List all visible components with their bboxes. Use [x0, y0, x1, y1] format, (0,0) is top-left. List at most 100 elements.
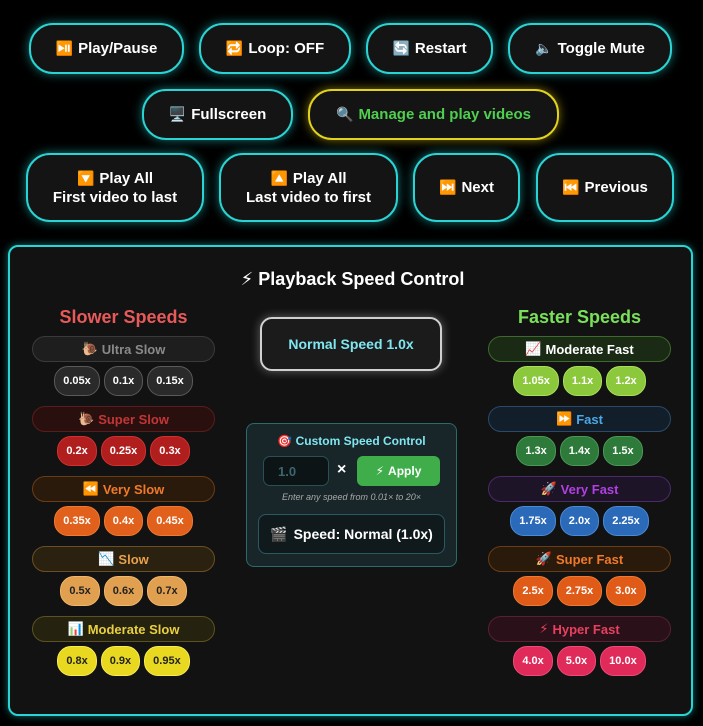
fullscreen-button[interactable]: 🖥️ Fullscreen [142, 89, 293, 140]
loop-label: Loop: OFF [248, 40, 325, 57]
speed-button[interactable]: 1.5x [603, 436, 643, 466]
previous-button[interactable]: ⏮️ Previous [536, 153, 674, 222]
previous-label: Previous [584, 179, 648, 196]
restart-label: Restart [414, 40, 467, 57]
speed-button[interactable]: 2.5x [513, 576, 553, 606]
normal-speed-button[interactable]: Normal Speed 1.0x [260, 317, 442, 371]
speed-button[interactable]: 1.4x [559, 436, 600, 466]
restart-button[interactable]: 🔄 Restart [366, 23, 493, 74]
toggle-mute-button[interactable]: 🔈 Toggle Mute [508, 23, 672, 74]
arrow-up-icon: 🔼 [270, 169, 288, 186]
speed-button-row: 0.8x 0.9x 0.95x [32, 646, 215, 676]
speed-group-icon: 🚀 [540, 481, 557, 496]
next-label: Next [461, 179, 494, 196]
speed-group-icon: ⏪ [82, 481, 99, 496]
speed-button[interactable]: 0.95x [144, 646, 190, 676]
speed-group-icon: 🐌 [81, 341, 98, 356]
speed-button-row: 2.5x 2.75x 3.0x [488, 576, 671, 606]
custom-speed-input[interactable] [263, 456, 329, 486]
next-track-icon: ⏭️ [439, 179, 457, 195]
speed-button[interactable]: 0.6x [103, 576, 144, 606]
speed-button[interactable]: 0.1x [103, 366, 144, 396]
speed-group-super-fast: 🚀 Super Fast [488, 546, 671, 572]
speed-button-row: 1.3x 1.4x 1.5x [488, 436, 671, 466]
speed-button-row: 4.0x 5.0x 10.0x [488, 646, 671, 676]
speed-button[interactable]: 4.0x [513, 646, 553, 676]
speed-button[interactable]: 0.7x [147, 576, 187, 606]
speed-group-very-slow: ⏪ Very Slow [32, 476, 215, 502]
speed-group-moderate-slow: 📊 Moderate Slow [32, 616, 215, 642]
speed-button[interactable]: 1.2x [606, 366, 646, 396]
speed-group-label: Fast [576, 411, 603, 427]
speed-button[interactable]: 0.15x [147, 366, 193, 396]
play-all-last-to-first-button[interactable]: 🔼 Play All Last video to first [219, 153, 398, 222]
speed-button[interactable]: 0.9x [100, 646, 141, 676]
custom-speed-title: 🎯 Custom Speed Control [247, 434, 456, 448]
speed-group-label: Slow [118, 551, 149, 567]
speed-button[interactable]: 0.5x [60, 576, 100, 606]
speed-group-label: Hyper Fast [552, 621, 620, 637]
speed-button[interactable]: 3.0x [606, 576, 646, 606]
lightning-icon: ⚡ [240, 269, 254, 289]
speed-button[interactable]: 0.45x [147, 506, 193, 536]
speed-group-super-slow: 🐌 Super Slow [32, 406, 215, 432]
loop-toggle-button[interactable]: 🔁 Loop: OFF [199, 23, 351, 74]
speed-button[interactable]: 0.4x [103, 506, 144, 536]
speed-group-icon: 📊 [67, 621, 84, 636]
speed-button[interactable]: 0.8x [57, 646, 97, 676]
faster-speeds-heading: Faster Speeds [517, 307, 642, 327]
speed-group-label: Moderate Slow [87, 621, 180, 637]
speed-group-label: Super Fast [556, 551, 624, 567]
speed-button[interactable]: 2.25x [603, 506, 649, 536]
multiply-sign: × [337, 461, 347, 478]
speed-panel-title-text: Playback Speed Control [258, 269, 465, 289]
speed-button[interactable]: 1.75x [510, 506, 556, 536]
speed-group-icon: ⚡ [539, 621, 549, 636]
speed-button[interactable]: 0.35x [54, 506, 100, 536]
speed-group-icon: 🐌 [78, 411, 95, 426]
play-pause-icon: ⏯️ [55, 40, 74, 56]
speed-button-row: 0.5x 0.6x 0.7x [32, 576, 215, 606]
play-all-first-line1: 🔽 Play All [77, 169, 153, 188]
speed-button[interactable]: 10.0x [600, 646, 646, 676]
apply-speed-button[interactable]: ⚡ Apply [357, 456, 440, 486]
speed-button[interactable]: 1.1x [562, 366, 603, 396]
play-all-last-title: Play All [292, 169, 347, 187]
fullscreen-label: Fullscreen [191, 106, 267, 123]
speed-button[interactable]: 2.0x [559, 506, 600, 536]
play-all-last-line1: 🔼 Play All [270, 169, 346, 188]
speed-button[interactable]: 0.2x [57, 436, 97, 466]
target-icon: 🎯 [277, 434, 293, 448]
monitor-icon: 🖥️ [168, 106, 187, 122]
speed-button-row: 1.05x 1.1x 1.2x [488, 366, 671, 396]
speed-button[interactable]: 0.3x [150, 436, 190, 466]
speed-panel-title: ⚡ Playback Speed Control [10, 269, 695, 290]
play-all-last-subtitle: Last video to first [245, 188, 372, 206]
arrow-down-icon: 🔽 [76, 169, 95, 186]
speed-button[interactable]: 0.25x [100, 436, 147, 466]
speed-group-icon: 📉 [98, 551, 115, 566]
speed-group-moderate-fast: 📈 Moderate Fast [488, 336, 671, 362]
speed-group-icon: 🚀 [535, 551, 552, 566]
play-all-first-to-last-button[interactable]: 🔽 Play All First video to last [26, 153, 204, 222]
next-button[interactable]: ⏭️ Next [413, 153, 520, 222]
speed-group-label: Very Fast [560, 481, 619, 497]
speed-group-label: Ultra Slow [101, 341, 166, 357]
speed-button[interactable]: 1.3x [516, 436, 556, 466]
play-all-first-title: Play All [99, 169, 154, 187]
lightning-icon: ⚡ [375, 464, 385, 478]
play-pause-button[interactable]: ⏯️ Play/Pause [29, 23, 184, 74]
speed-button[interactable]: 2.75x [556, 576, 603, 606]
custom-speed-control: 🎯 Custom Speed Control × ⚡ Apply Enter a… [246, 423, 457, 567]
speed-group-ultra-slow: 🐌 Ultra Slow [32, 336, 215, 362]
speed-group-icon: 📈 [525, 341, 542, 356]
speed-group-fast: ⏩ Fast [488, 406, 671, 432]
loop-icon: 🔁 [225, 40, 244, 56]
manage-videos-button[interactable]: 🔍 Manage and play videos [308, 89, 559, 140]
speed-button[interactable]: 5.0x [556, 646, 597, 676]
speed-button-row: 0.35x 0.4x 0.45x [32, 506, 215, 536]
clapperboard-icon: 🎬 [270, 525, 288, 542]
speed-group-label: Moderate Fast [545, 341, 634, 357]
speed-button[interactable]: 0.05x [54, 366, 100, 396]
speed-button[interactable]: 1.05x [513, 366, 559, 396]
